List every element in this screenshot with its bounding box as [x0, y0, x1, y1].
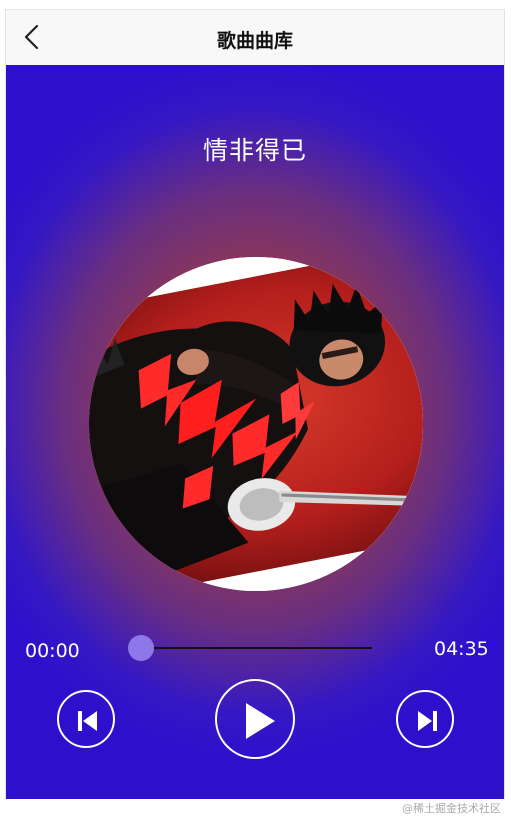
- header-bar: 歌曲曲库: [6, 9, 504, 65]
- page-title: 歌曲曲库: [216, 30, 293, 52]
- app-frame: 歌曲曲库 情非得已 00:00 04:35: [5, 9, 505, 799]
- album-cover-image: [89, 257, 423, 591]
- current-time: 00:00: [25, 640, 80, 662]
- next-track-button[interactable]: [396, 690, 454, 748]
- player-panel: 情非得已 00:00 04:35: [6, 65, 504, 799]
- progress-thumb[interactable]: [128, 635, 154, 661]
- total-time: 04:35: [434, 638, 489, 660]
- album-art: [89, 257, 423, 591]
- watermark: @稀土掘金技术社区: [402, 802, 501, 815]
- play-icon: [246, 703, 275, 739]
- play-button[interactable]: [215, 679, 295, 759]
- skip-previous-icon: [78, 711, 97, 731]
- previous-track-button[interactable]: [57, 690, 115, 748]
- song-title: 情非得已: [202, 136, 307, 165]
- progress-slider[interactable]: [128, 635, 372, 661]
- skip-next-icon: [418, 711, 437, 731]
